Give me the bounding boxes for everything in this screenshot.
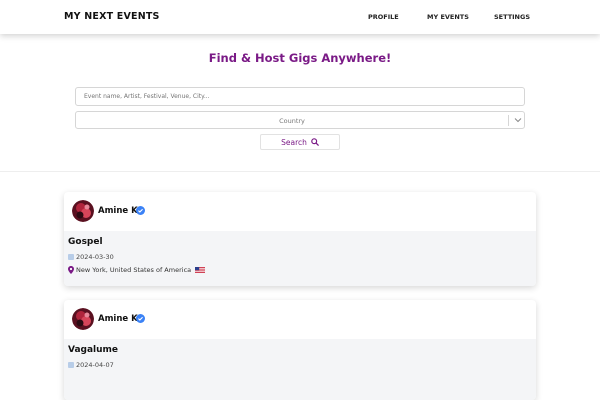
calendar-icon	[68, 254, 74, 260]
search-button-label: Search	[281, 137, 307, 147]
page-headline: Find & Host Gigs Anywhere!	[208, 51, 392, 65]
event-location-value: New York, United States of America	[76, 266, 192, 274]
event-title[interactable]: Gospel	[68, 237, 103, 247]
search-button[interactable]: Search	[260, 134, 340, 150]
event-card[interactable]: Amine K Gospel 2024-03-30 New York, Unit…	[64, 192, 536, 286]
event-date: 2024-04-07	[68, 361, 114, 369]
nav-my-events[interactable]: MY EVENTS	[427, 13, 469, 21]
chevron-down-icon[interactable]	[512, 113, 524, 127]
search-icon	[311, 138, 319, 146]
event-date: 2024-03-30	[68, 253, 114, 261]
host-name[interactable]: Amine K	[98, 206, 138, 216]
nav-settings[interactable]: SETTINGS	[494, 13, 530, 21]
country-select[interactable]: Country	[75, 111, 525, 129]
event-card-body: Vagalume 2024-04-07	[64, 339, 536, 400]
top-navbar: MY NEXT EVENTS PROFILE MY EVENTS SETTING…	[0, 0, 600, 34]
event-location: New York, United States of America	[68, 266, 206, 274]
country-select-value: Country	[279, 117, 305, 125]
select-divider	[508, 115, 509, 126]
calendar-icon	[68, 362, 74, 368]
event-search-input[interactable]	[75, 87, 525, 106]
event-date-value: 2024-04-07	[76, 361, 114, 369]
verified-badge-icon	[136, 206, 145, 215]
event-card-header: Amine K	[64, 192, 536, 231]
nav-profile[interactable]: PROFILE	[368, 13, 399, 21]
event-date-value: 2024-03-30	[76, 253, 114, 261]
search-section: Find & Host Gigs Anywhere! Country Searc…	[0, 34, 600, 172]
event-card-header: Amine K	[64, 300, 536, 339]
map-pin-icon	[68, 266, 74, 274]
event-title[interactable]: Vagalume	[68, 345, 118, 355]
verified-badge-icon	[136, 314, 145, 323]
host-name[interactable]: Amine K	[98, 314, 138, 324]
avatar[interactable]	[72, 200, 94, 222]
avatar[interactable]	[72, 308, 94, 330]
event-card[interactable]: Amine K Vagalume 2024-04-07	[64, 300, 536, 400]
event-card-body: Gospel 2024-03-30 New York, United State…	[64, 231, 536, 286]
us-flag-icon	[195, 267, 206, 273]
brand-logo[interactable]: MY NEXT EVENTS	[64, 11, 160, 22]
